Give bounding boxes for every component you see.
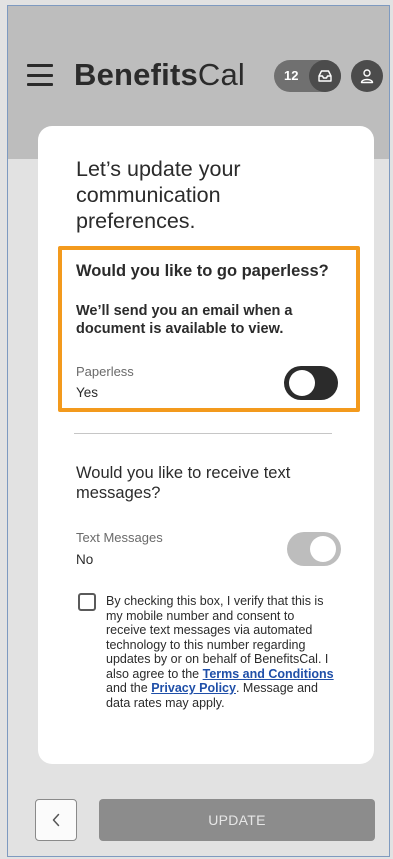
- toggle-knob: [289, 370, 315, 396]
- update-button[interactable]: UPDATE: [99, 799, 375, 841]
- back-button[interactable]: [35, 799, 77, 841]
- inbox-count-badge: 12: [284, 68, 299, 83]
- app-frame: BenefitsCal 12 Let’s update your communi…: [7, 5, 390, 857]
- text-messages-question: Would you like to receive text messages?: [76, 464, 291, 502]
- text-messages-toggle[interactable]: [287, 532, 341, 566]
- menu-icon[interactable]: [27, 64, 53, 86]
- app-header: BenefitsCal 12: [8, 51, 389, 101]
- logo-light: Cal: [197, 57, 246, 92]
- consent-text: By checking this box, I verify that this…: [106, 594, 338, 710]
- chevron-left-icon: [52, 813, 60, 827]
- inbox-button[interactable]: 12: [274, 60, 341, 92]
- preferences-card: Let’s update your communication preferen…: [38, 126, 374, 764]
- paperless-label: Paperless: [76, 364, 134, 379]
- terms-link[interactable]: Terms and Conditions: [203, 667, 334, 681]
- paperless-question: Would you like to go paperless?: [76, 262, 329, 280]
- app-logo[interactable]: BenefitsCal: [74, 57, 245, 93]
- paperless-toggle[interactable]: [284, 366, 338, 400]
- text-messages-label: Text Messages: [76, 530, 163, 545]
- consent-checkbox[interactable]: [78, 593, 96, 611]
- consent-text-part2: and the: [106, 681, 152, 695]
- section-divider: [74, 433, 332, 434]
- user-icon[interactable]: [351, 60, 383, 92]
- text-messages-value: No: [76, 552, 94, 567]
- privacy-link[interactable]: Privacy Policy: [151, 681, 236, 695]
- paperless-description: We’ll send you an email when a document …: [76, 303, 293, 337]
- paperless-value: Yes: [76, 385, 99, 400]
- toggle-knob: [310, 536, 336, 562]
- page-title: Let’s update your communication preferen…: [76, 157, 241, 233]
- inbox-icon: [309, 60, 341, 92]
- logo-bold: Benefits: [74, 57, 198, 92]
